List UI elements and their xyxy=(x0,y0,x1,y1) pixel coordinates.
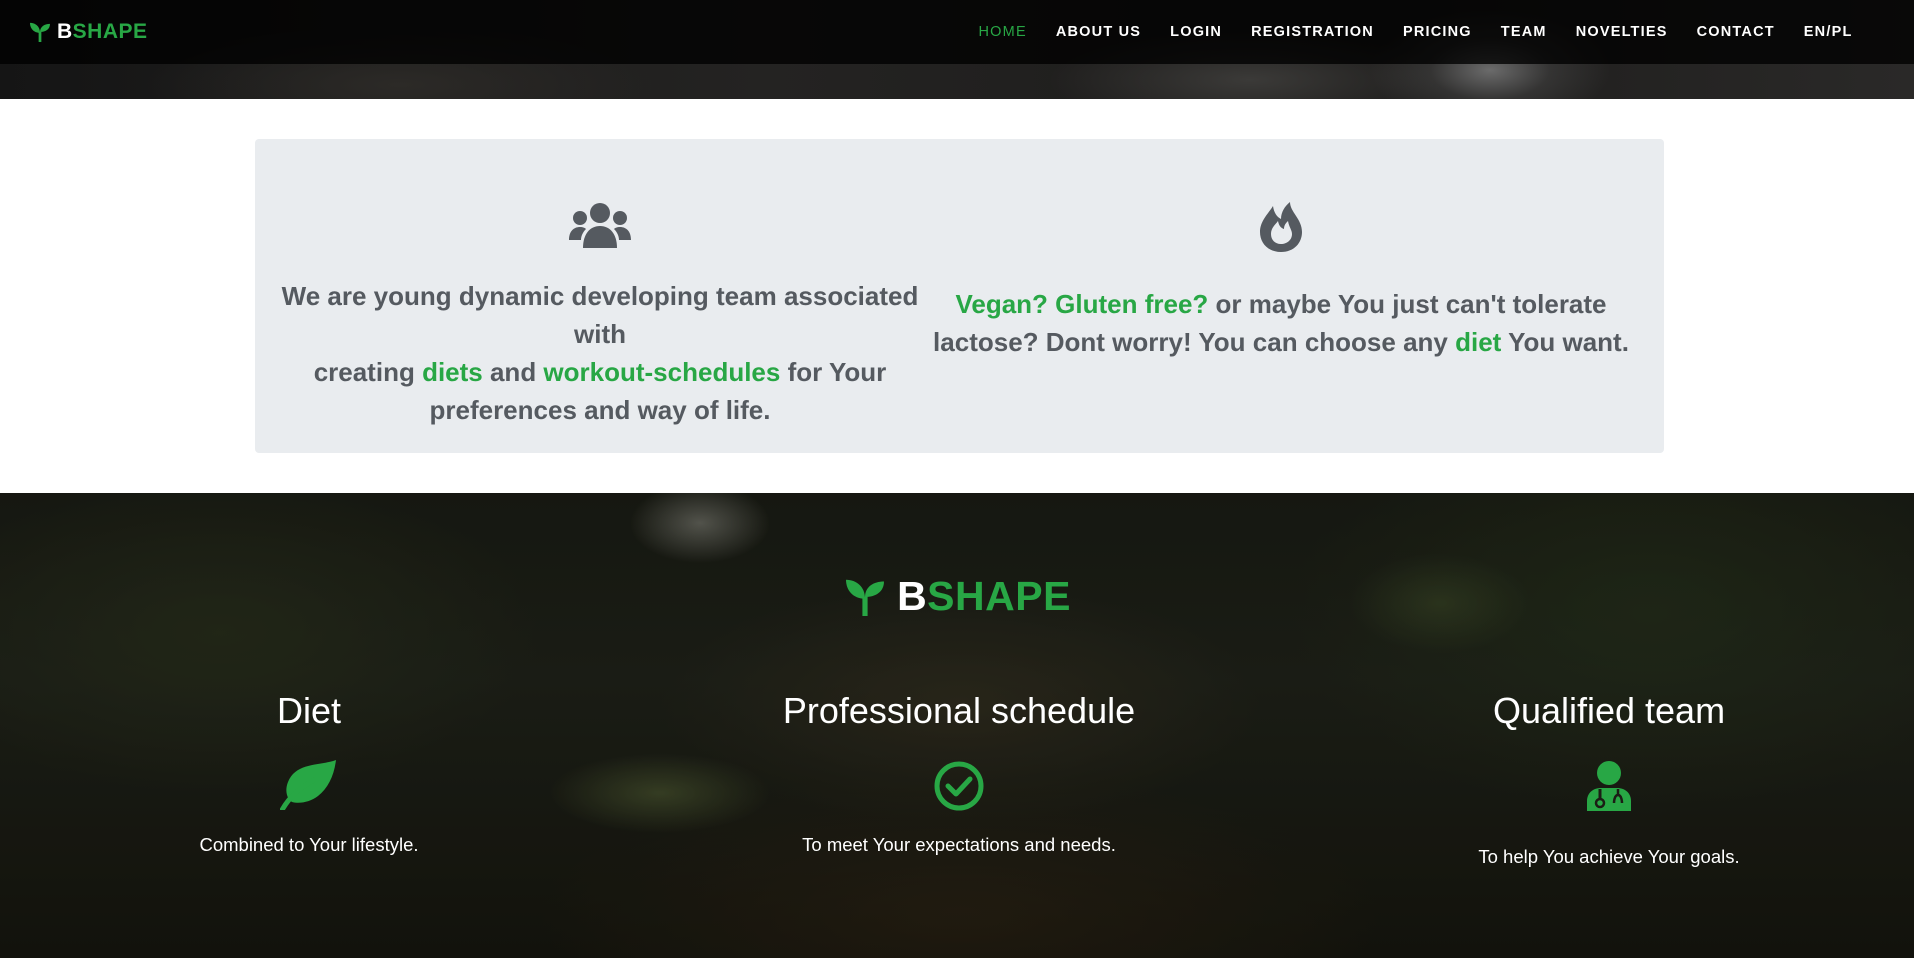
nav-link-novelties[interactable]: NOVELTIES xyxy=(1561,24,1682,40)
user-doctor-icon xyxy=(1587,761,1631,811)
about-team-diets-link: diets xyxy=(422,357,483,387)
nav-link-registration[interactable]: REGISTRATION xyxy=(1237,24,1389,40)
about-team-workout-link: workout-schedules xyxy=(543,357,781,387)
about-diet-line2-post: You want. xyxy=(1501,327,1629,357)
brand-logo-link[interactable]: BSHAPE xyxy=(29,20,148,44)
nav-link-login[interactable]: LOGIN xyxy=(1156,24,1237,40)
about-team-line1: We are young dynamic developing team ass… xyxy=(281,281,919,349)
features-brand-name: BSHAPE xyxy=(897,573,1071,620)
users-icon xyxy=(569,203,631,248)
brand-name-first: B xyxy=(57,20,73,43)
seedling-icon xyxy=(846,579,885,616)
about-diet-line1-post: or maybe You just can't tolerate xyxy=(1208,289,1607,319)
feature-schedule-desc: To meet Your expectations and needs. xyxy=(802,834,1116,855)
brand-name-rest: SHAPE xyxy=(72,20,148,43)
about-team-line3: preferences and way of life. xyxy=(429,395,771,425)
nav-link-language[interactable]: EN/PL xyxy=(1789,24,1867,40)
about-diet-line2-pre: lactose? Dont worry! You can choose any xyxy=(933,327,1456,357)
features-brand: BSHAPE xyxy=(0,573,1914,620)
feature-diet-title: Diet xyxy=(276,690,342,731)
about-team-line2-post: for Your xyxy=(780,357,887,387)
feature-team-title: Qualified team xyxy=(1492,690,1726,731)
nav-link-about-us[interactable]: ABOUT US xyxy=(1041,24,1155,40)
check-circle-icon xyxy=(934,761,984,811)
nav-link-home[interactable]: HOME xyxy=(964,24,1041,40)
nav-link-team[interactable]: TEAM xyxy=(1486,24,1561,40)
about-team-line2-mid: and xyxy=(482,357,544,387)
features-brand-rest: SHAPE xyxy=(927,573,1071,619)
seedling-icon xyxy=(30,22,50,42)
feature-team-desc: To help You achieve Your goals. xyxy=(1478,846,1740,867)
nav-link-contact[interactable]: CONTACT xyxy=(1682,24,1789,40)
features-section: BSHAPE Diet Combined to Your lifestyle. … xyxy=(0,493,1914,958)
brand-name: BSHAPE xyxy=(57,20,148,44)
about-diet-word: diet xyxy=(1455,327,1502,357)
about-diet-text: Vegan? Gluten free? or maybe You just ca… xyxy=(898,285,1664,361)
about-team-text: We are young dynamic developing team ass… xyxy=(255,277,945,429)
about-section: We are young dynamic developing team ass… xyxy=(0,99,1914,493)
nav-link-pricing[interactable]: PRICING xyxy=(1388,24,1486,40)
leaf-icon xyxy=(280,760,336,810)
nav-menu: HOME ABOUT US LOGIN REGISTRATION PRICING… xyxy=(964,24,1867,40)
feature-schedule-title: Professional schedule xyxy=(782,690,1136,731)
fire-icon xyxy=(1260,202,1302,252)
features-brand-first: B xyxy=(897,573,928,619)
about-diet-highlight: Vegan? Gluten free? xyxy=(955,289,1209,319)
navbar: BSHAPE HOME ABOUT US LOGIN REGISTRATION … xyxy=(0,0,1914,64)
about-card: We are young dynamic developing team ass… xyxy=(255,139,1664,453)
about-team-line2-pre: creating xyxy=(313,357,423,387)
feature-diet-desc: Combined to Your lifestyle. xyxy=(199,834,419,855)
